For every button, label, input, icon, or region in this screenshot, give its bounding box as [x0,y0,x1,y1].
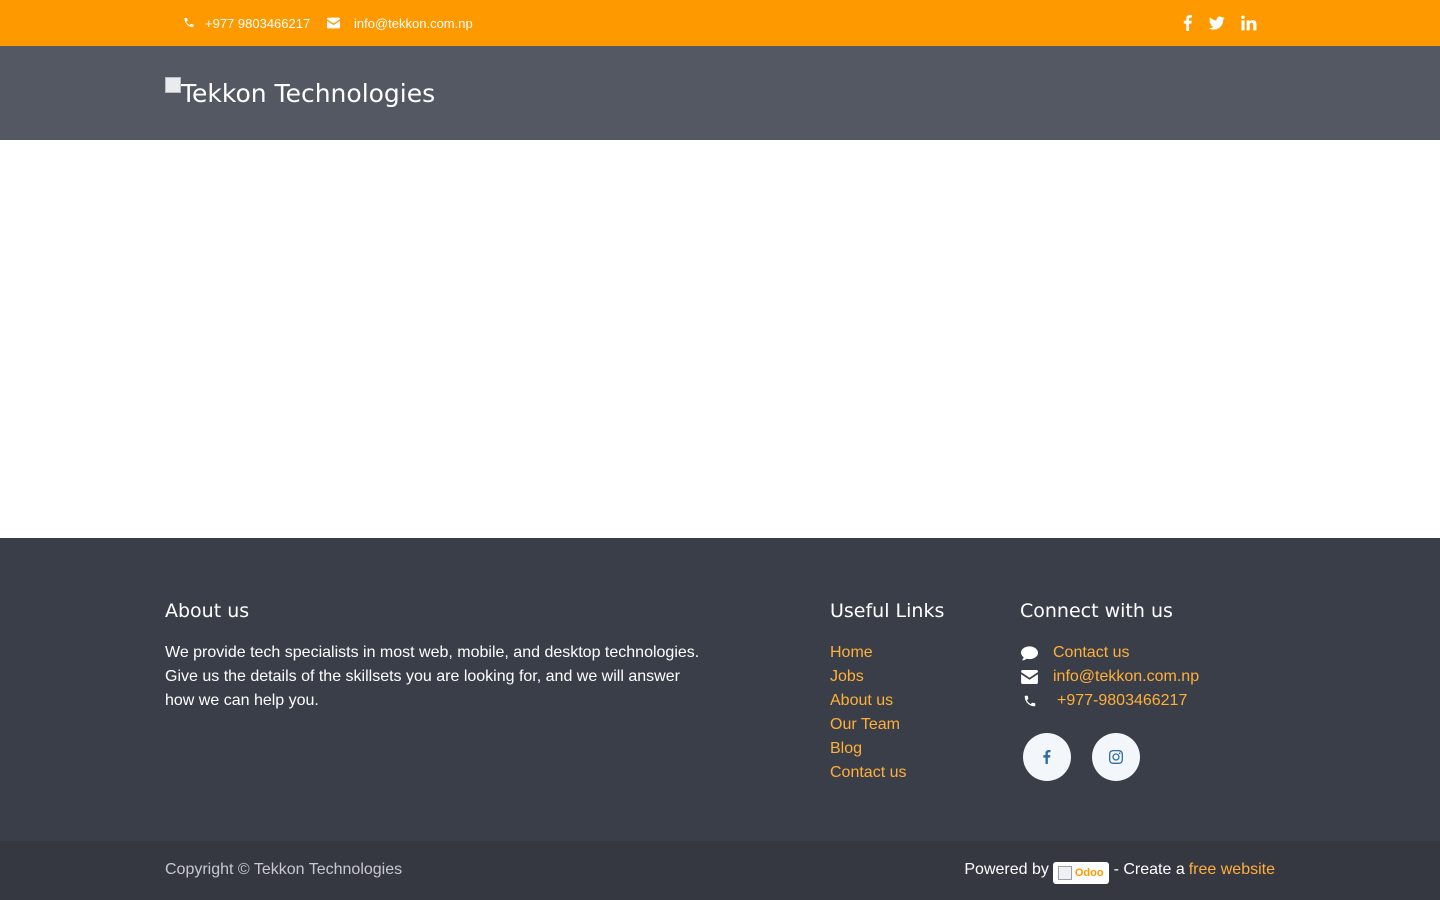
powered-by-label: Powered by [964,861,1049,878]
topbar-phone: +977 9803466217 [205,15,311,31]
create-a-label: - Create a [1113,861,1185,878]
facebook-icon[interactable] [1180,15,1196,31]
copyright-text: Copyright © Tekkon Technologies [165,861,403,878]
top-bar: +977 9803466217 info@tekkon.com.np [0,0,1440,46]
broken-image-icon [165,77,181,93]
footer-link-blog[interactable]: Blog [830,740,862,757]
free-website-link[interactable]: free website [1189,861,1275,879]
phone-icon [1024,695,1036,707]
topbar-email-link[interactable]: info@tekkon.com.np [354,0,473,46]
powered-by: Powered by Odoo - Create a free website [964,857,1275,884]
list-item: About us [830,689,906,713]
facebook-button[interactable] [1023,733,1071,781]
footer-link-jobs[interactable]: Jobs [830,668,864,685]
list-item: Our Team [830,713,906,737]
list-item: Blog [830,737,906,761]
linkedin-icon[interactable] [1241,15,1257,31]
list-item: Jobs [830,665,906,689]
footer-link-team[interactable]: Our Team [830,716,900,733]
footer-connect-heading: Connect with us [1020,600,1173,622]
connect-email-link[interactable]: info@tekkon.com.np [1053,665,1199,689]
footer-links-heading: Useful Links [830,600,945,622]
main-content [0,140,1440,538]
phone-icon [184,18,194,27]
instagram-icon [1109,750,1123,764]
site-logo[interactable]: Tekkon Technologies [165,73,435,113]
twitter-icon[interactable] [1209,15,1225,31]
footer-link-about[interactable]: About us [830,692,893,709]
odoo-alt-text: Odoo [1074,867,1104,879]
comment-icon [1021,646,1038,661]
connect-phone-link[interactable]: +977-9803466217 [1057,689,1187,713]
broken-image-icon [1057,866,1072,880]
instagram-button[interactable] [1092,733,1140,781]
envelope-icon [327,17,340,29]
connect-contact-link[interactable]: Contact us [1053,641,1129,665]
footer-link-home[interactable]: Home [830,644,873,661]
list-item: Home [830,641,906,665]
footer-about-text: We provide tech specialists in most web,… [165,644,700,709]
footer-links-list: Home Jobs About us Our Team Blog Contact… [830,641,906,785]
list-item: Contact us [830,761,906,785]
footer-about-heading: About us [165,600,250,622]
logo-alt-text: Tekkon Technologies [181,78,436,108]
footer-link-contact[interactable]: Contact us [830,764,906,781]
envelope-icon [1021,670,1038,684]
odoo-logo-link[interactable]: Odoo [1052,862,1109,884]
facebook-icon [1043,750,1051,764]
